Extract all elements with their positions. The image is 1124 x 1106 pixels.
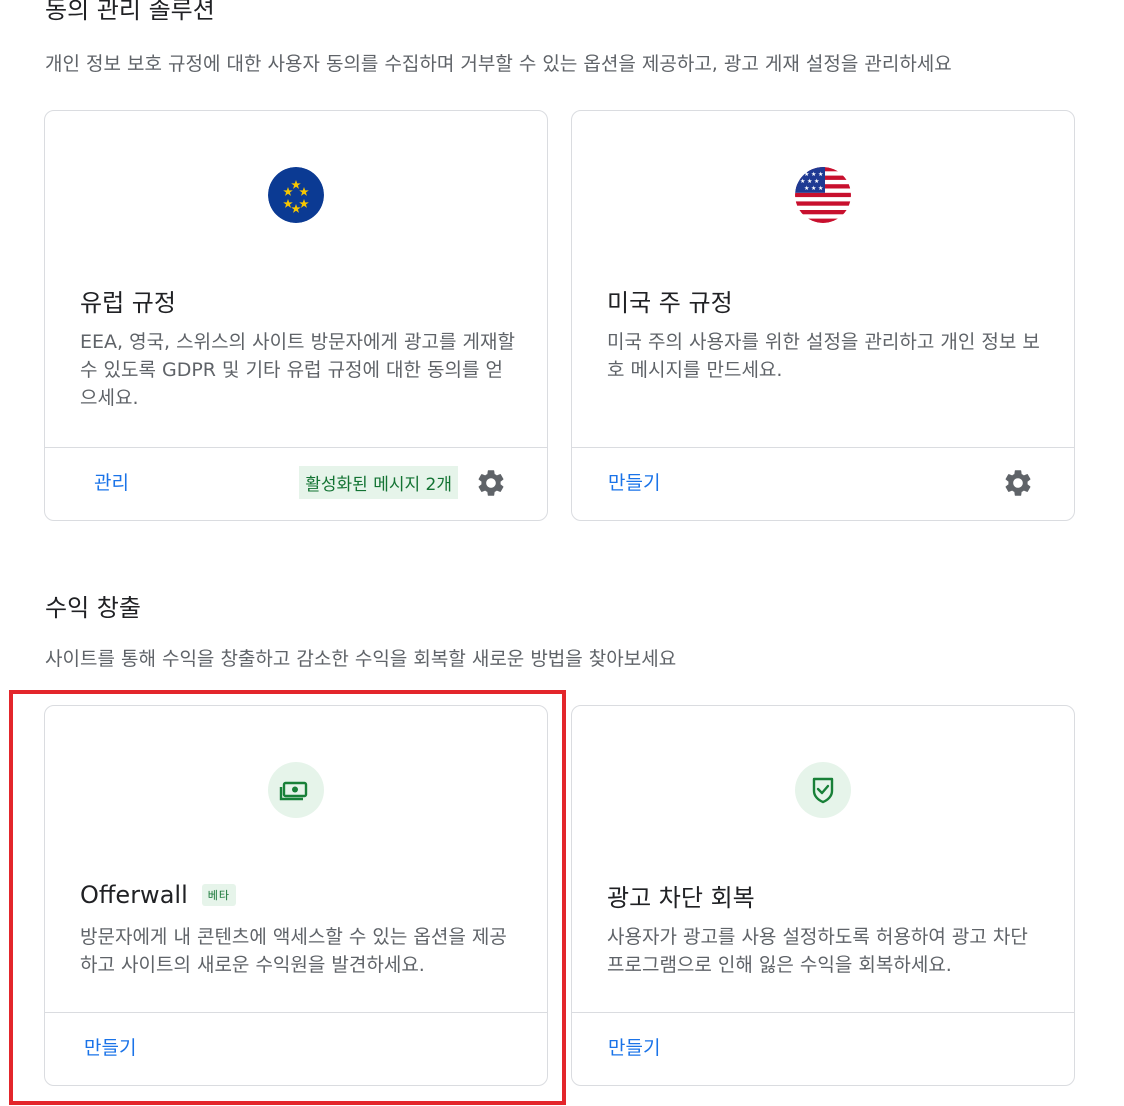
svg-text:★: ★ (818, 171, 823, 178)
create-button[interactable]: 만들기 (84, 1033, 136, 1060)
create-button[interactable]: 만들기 (608, 1033, 660, 1060)
card-description: 방문자에게 내 콘텐츠에 액세스할 수 있는 옵션을 제공하고 사이트의 새로운… (80, 926, 507, 976)
gear-icon[interactable] (1002, 467, 1034, 499)
card-footer: 만들기 (572, 447, 1074, 520)
card-title-text: Offerwall (80, 881, 188, 909)
svg-text:★: ★ (811, 171, 816, 178)
beta-badge: 베타 (201, 884, 236, 906)
gear-icon[interactable] (475, 467, 507, 499)
card-us-regulations: ★ ★ ★ ★ ★ ★ ★ ★ ★ 미국 주 규정 미국 주의 사용자를 위한 설정을 관리… (571, 110, 1075, 521)
shield-check-icon (795, 762, 851, 818)
card-title-text: 유럽 규정 (80, 289, 176, 317)
svg-text:★: ★ (811, 185, 816, 192)
svg-text:★: ★ (800, 178, 805, 185)
eu-flag-icon (268, 167, 324, 223)
card-description: 미국 주의 사용자를 위한 설정을 관리하고 개인 정보 보호 메시지를 만드세… (607, 331, 1040, 381)
money-icon (268, 762, 324, 818)
card-title-text: 광고 차단 회복 (607, 884, 755, 912)
card-description: EEA, 영국, 스위스의 사이트 방문자에게 광고를 게재할 수 있도록 GD… (80, 331, 515, 409)
card-title: 유럽 규정 (80, 283, 176, 318)
svg-text:★: ★ (818, 185, 823, 192)
card-description: 사용자가 광고를 사용 설정하도록 허용하여 광고 차단 프로그램으로 인해 잃… (607, 926, 1028, 976)
status-badge: 활성화된 메시지 2개 (299, 466, 458, 499)
card-title: Offerwall 베타 (80, 881, 236, 909)
svg-text:★: ★ (814, 178, 819, 185)
card-title: 광고 차단 회복 (607, 878, 755, 913)
card-footer: 관리 활성화된 메시지 2개 (45, 447, 547, 520)
section-title-consent: 동의 관리 솔루션 (45, 0, 215, 24)
svg-text:★: ★ (804, 171, 809, 178)
manage-button[interactable]: 관리 (94, 468, 129, 495)
svg-text:★: ★ (807, 178, 812, 185)
us-flag-icon: ★ ★ ★ ★ ★ ★ ★ ★ ★ (795, 167, 851, 223)
section-title-monetization: 수익 창출 (45, 594, 141, 622)
card-europe-regulations: 유럽 규정 EEA, 영국, 스위스의 사이트 방문자에게 광고를 게재할 수 … (44, 110, 548, 521)
section-desc-consent: 개인 정보 보호 규정에 대한 사용자 동의를 수집하며 거부할 수 있는 옵션… (45, 53, 952, 75)
svg-text:★: ★ (804, 185, 809, 192)
card-footer: 만들기 (572, 1012, 1074, 1085)
card-title: 미국 주 규정 (607, 283, 733, 318)
card-title-text: 미국 주 규정 (607, 289, 733, 317)
card-offerwall: Offerwall 베타 방문자에게 내 콘텐츠에 액세스할 수 있는 옵션을 … (44, 705, 548, 1086)
create-button[interactable]: 만들기 (608, 468, 660, 495)
card-footer: 만들기 (45, 1012, 547, 1085)
card-ad-block-recovery: 광고 차단 회복 사용자가 광고를 사용 설정하도록 허용하여 광고 차단 프로… (571, 705, 1075, 1086)
section-desc-monetization: 사이트를 통해 수익을 창출하고 감소한 수익을 회복할 새로운 방법을 찾아보… (45, 648, 677, 670)
